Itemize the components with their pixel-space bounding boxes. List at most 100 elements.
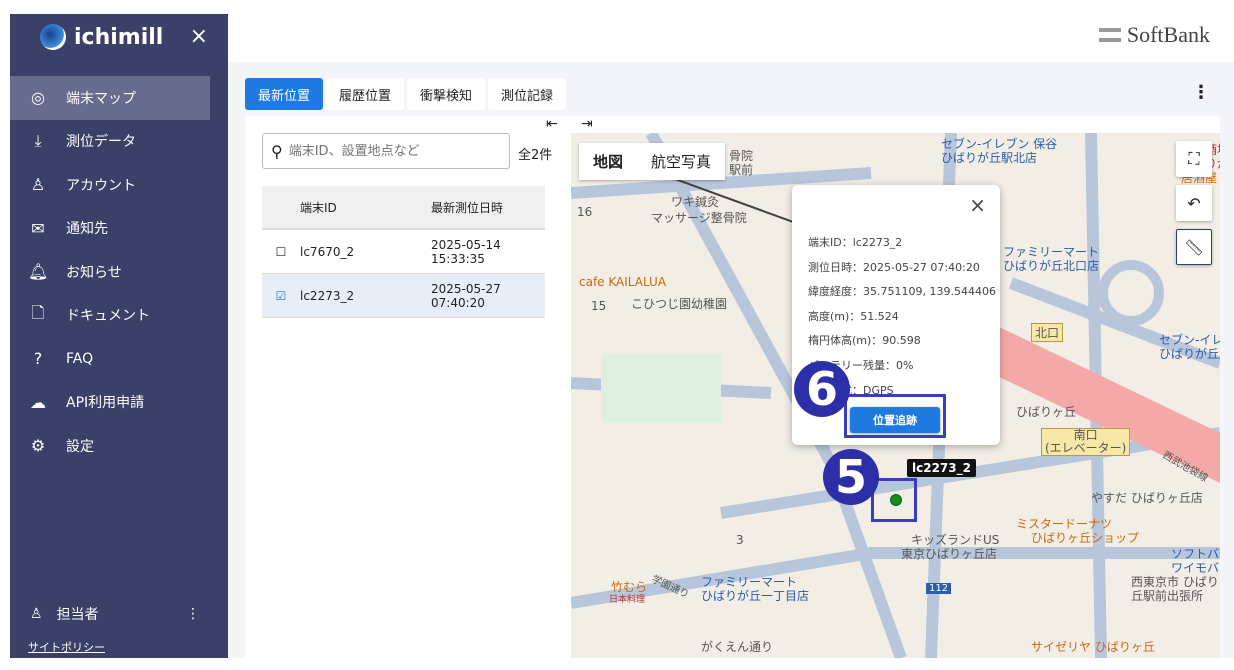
column-header-time[interactable]: 最新測位日時: [431, 199, 545, 216]
popup-ellipsoid-height: 楕円体高(m)：90.598: [808, 334, 921, 348]
mail-icon: ✉: [31, 218, 45, 238]
info-popup: × 端末ID：lc2273_2 測位日時：2025-05-27 07:40:20…: [792, 185, 1000, 445]
softbank-logo-icon: [1098, 28, 1121, 42]
map-label: cafe KAILALUA: [579, 275, 667, 289]
user-menu[interactable]: ♙ 担当者 ⋮: [30, 604, 200, 624]
row-checkbox[interactable]: ☐: [262, 245, 300, 259]
map-label: ひばりが丘駅: [1159, 347, 1220, 361]
sidebar-item-label: 端末マップ: [66, 90, 136, 107]
bell-icon: 🔔︎: [28, 262, 49, 282]
sidebar-item-notify[interactable]: ✉ 通知先: [10, 207, 210, 251]
map-label: サイゼリヤ ひばりヶ丘: [1031, 640, 1155, 654]
sidebar-item-faq[interactable]: ? FAQ: [10, 337, 210, 381]
sidebar-item-label: 設定: [66, 438, 94, 455]
sidebar-item-terminal-map[interactable]: ◎ 端末マップ: [10, 76, 210, 120]
softbank-logo: SoftBank: [1098, 22, 1210, 48]
rotate-button[interactable]: ↶: [1176, 185, 1212, 221]
map[interactable]: セブン-イレブン 保谷 ひばりが丘駅北店 九州酒場 ひばりが丘 居酒屋 ワキ鍼灸…: [571, 133, 1220, 658]
route-shield: 112: [926, 583, 952, 594]
map-type-satellite[interactable]: 航空写真: [637, 143, 725, 180]
map-label: がくえん通り: [701, 640, 774, 654]
map-pin-icon: ◎: [31, 88, 45, 108]
annotation-highlight-6: [844, 394, 946, 438]
app-logo[interactable]: ichimill: [40, 24, 163, 50]
sidebar-item-account[interactable]: ♙ アカウント: [10, 163, 210, 207]
tab-latest-position[interactable]: 最新位置: [245, 78, 324, 110]
tab-positioning-record[interactable]: 測位記録: [488, 78, 567, 110]
document-icon: 🗋: [31, 302, 45, 322]
logo-icon: [40, 24, 66, 50]
map-label: 南口: [1073, 428, 1098, 442]
sidebar-item-label: アカウント: [66, 177, 136, 194]
sidebar-item-label: 通知先: [66, 221, 108, 238]
app-name: ichimill: [74, 24, 164, 50]
south-exit-label: 南口 (エレベーター): [1041, 428, 1131, 456]
more-menu-button[interactable]: ⋮: [1192, 82, 1210, 103]
site-policy-link[interactable]: サイトポリシー: [28, 639, 105, 655]
close-popup-button[interactable]: ×: [969, 193, 986, 217]
popup-time: 測位日時：2025-05-27 07:40:20: [808, 260, 980, 274]
map-label: 日本料理: [609, 595, 646, 605]
map-label: ひばりが丘駅北店: [941, 151, 1038, 165]
table-row[interactable]: ☐ lc7670_2 2025-05-14 15:33:35: [262, 230, 545, 274]
table-header: 端末ID 最新測位日時: [262, 186, 545, 230]
fullscreen-button[interactable]: ⛶: [1176, 141, 1212, 177]
sidebar-nav: ◎ 端末マップ ⤓ 測位データ ♙ アカウント ✉ 通知先 🔔︎ お知らせ 🗋 ドキュメント…: [10, 76, 210, 468]
map-label: 東京ひばりヶ丘店: [901, 547, 998, 561]
download-icon: ⤓: [34, 131, 42, 151]
sidebar-item-label: API利用申請: [66, 395, 145, 412]
map-label: ひばりヶ丘ショップ: [1031, 531, 1140, 545]
search-box[interactable]: ⚲: [262, 133, 510, 169]
latest-time: 2025-05-14 15:33:35: [431, 237, 501, 266]
map-type-map[interactable]: 地図: [579, 143, 637, 180]
popup-altitude: 高度(m)：51.524: [808, 309, 899, 323]
ruler-button[interactable]: 📏︎: [1176, 229, 1212, 265]
close-sidebar-button[interactable]: ×: [190, 24, 208, 49]
row-checkbox[interactable]: ☑: [262, 289, 300, 303]
tab-impact-detection[interactable]: 衝撃検知: [407, 78, 486, 110]
map-label: 北口: [1031, 323, 1064, 342]
search-input[interactable]: [288, 143, 489, 159]
map-label: 15: [591, 299, 607, 313]
tab-history-position[interactable]: 履歴位置: [326, 78, 405, 110]
collapse-left-icon[interactable]: ⇤: [546, 116, 558, 132]
map-label: やすだ ひばりヶ丘店: [1091, 491, 1203, 505]
map-label: 丘駅前出張所: [1131, 589, 1204, 603]
terminal-id: lc7670_2: [300, 244, 355, 259]
help-icon: ?: [33, 349, 43, 369]
latest-time: 2025-05-27 07:40:20: [431, 281, 501, 310]
cloud-icon: ☁: [30, 392, 46, 412]
panel: ⚲ 全2件 ⇤ ⇥ 端末ID最新測位日時 ☐lc7670_2 2025-05-14…: [245, 116, 1220, 658]
search-icon: ⚲: [271, 141, 283, 161]
terminal-id: lc2273_2: [300, 288, 355, 303]
map-label: ひばりが丘一丁目店: [701, 589, 810, 603]
map-label: ワキ鍼灸: [671, 195, 720, 209]
rotate-icon: ↶: [1187, 193, 1201, 213]
map-label: ひばりが丘北口店: [1003, 259, 1100, 273]
tabs: 最新位置 履歴位置 衝撃検知 測位記録: [245, 78, 567, 110]
sidebar-item-label: FAQ: [66, 350, 94, 367]
gear-icon: ⚙: [30, 436, 46, 456]
annotation-badge-6: 6: [794, 361, 850, 417]
marker-label: lc2273_2: [907, 459, 976, 477]
popup-terminal-id: 端末ID：lc2273_2: [808, 236, 903, 249]
column-header-id[interactable]: 端末ID: [300, 199, 431, 216]
sidebar-item-positioning-data[interactable]: ⤓ 測位データ: [10, 120, 210, 164]
terminal-marker[interactable]: [890, 494, 902, 506]
map-label: 3: [736, 533, 744, 547]
annotation-badge-5: 5: [823, 449, 879, 505]
fullscreen-icon: ⛶: [1188, 149, 1200, 168]
sidebar-item-api[interactable]: ☁ API利用申請: [10, 381, 210, 425]
more-icon[interactable]: ⋮: [186, 606, 200, 622]
user-icon: ♙: [30, 606, 43, 622]
user-icon: ♙: [30, 175, 46, 195]
sidebar-item-documents[interactable]: 🗋 ドキュメント: [10, 294, 210, 338]
table-row[interactable]: ☑ lc2273_2 2025-05-27 07:40:20: [262, 274, 545, 318]
sidebar-item-news[interactable]: 🔔︎ お知らせ: [10, 250, 210, 294]
map-label: 駅前: [729, 163, 754, 177]
map-label: 16: [577, 205, 593, 219]
sidebar-item-settings[interactable]: ⚙ 設定: [10, 424, 210, 468]
map-label: こひつじ園幼稚園: [631, 297, 728, 311]
expand-right-icon[interactable]: ⇥: [581, 116, 593, 132]
map-type-toggle: 地図 航空写真: [579, 143, 726, 180]
